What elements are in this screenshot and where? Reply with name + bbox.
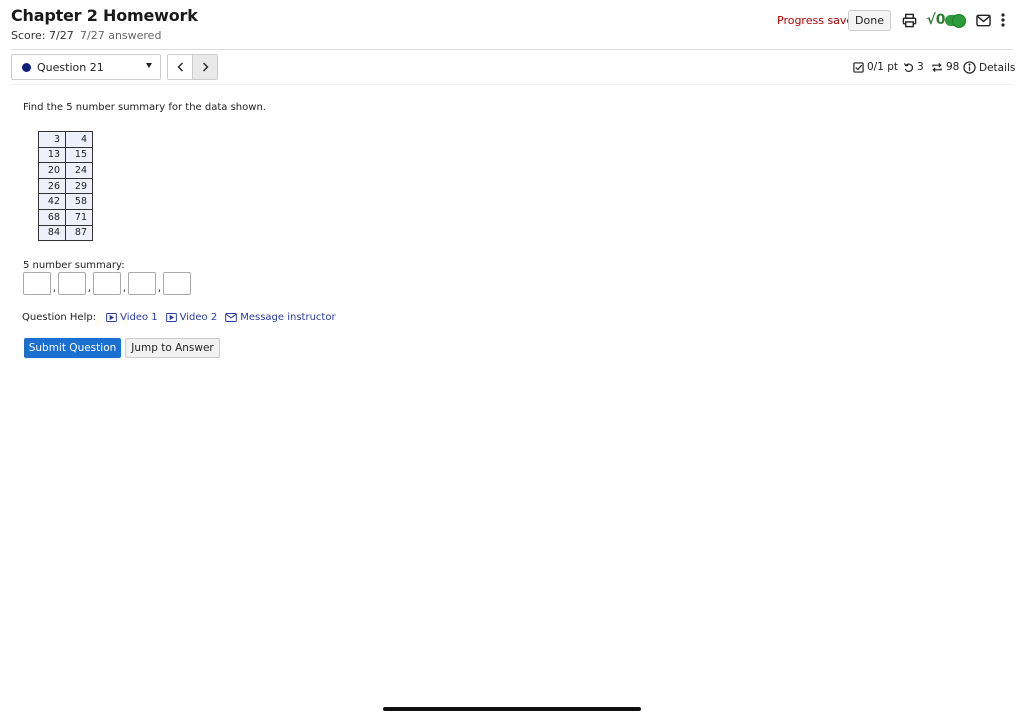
question-prompt: Find the 5 number summary for the data s…: [23, 102, 266, 113]
message-instructor-link[interactable]: Message instructor: [225, 312, 336, 323]
table-cell: 87: [65, 224, 93, 242]
table-cell: 15: [65, 146, 93, 164]
attempts-indicator: 98: [931, 61, 959, 73]
video-1-link[interactable]: Video 1: [106, 312, 158, 323]
answer-input-q3[interactable]: [128, 272, 156, 295]
separator: ,: [87, 283, 92, 294]
table-cell: 24: [65, 162, 93, 179]
table-row: 34: [38, 131, 93, 148]
data-table: 34 13 15 20 24 26 29 42 58 68 71 84 87: [38, 131, 93, 242]
table-cell: 26: [38, 177, 66, 195]
question-select-label: Question 21: [37, 60, 104, 74]
table-cell: 29: [65, 177, 93, 195]
video-icon: [106, 313, 117, 322]
toggle-switch[interactable]: [945, 14, 966, 28]
table-cell: 4: [65, 131, 93, 148]
table-cell: 13: [38, 146, 66, 164]
previous-question-button[interactable]: [168, 55, 192, 79]
video-icon: [165, 313, 177, 322]
help-label: Question Help:: [22, 312, 97, 323]
table-row: 68 71: [38, 208, 93, 226]
done-button[interactable]: Done: [848, 10, 891, 31]
undo-icon: [903, 62, 914, 72]
table-cell: 71: [65, 208, 93, 226]
separator: ,: [52, 283, 57, 294]
table-row: 42 58: [38, 193, 93, 210]
question-help: Question Help: Video 1 Video 2 Message i…: [22, 312, 344, 323]
summary-label: 5 number summary:: [23, 260, 125, 271]
video-2-label: Video 2: [179, 312, 218, 323]
attempts-text: 98: [946, 61, 960, 73]
answer-input-min[interactable]: [23, 272, 51, 295]
page-title: Chapter 2 Homework: [11, 6, 198, 25]
question-select[interactable]: Question 21: [11, 54, 161, 80]
score-text: Score: 7/27: [11, 29, 74, 42]
details-button[interactable]: Details: [963, 61, 1015, 74]
table-row: 84 87: [38, 224, 93, 242]
table-cell: 68: [38, 208, 66, 226]
header: Chapter 2 Homework Score: 7/27 7/27 answ…: [0, 0, 1024, 50]
caret-down-icon: [146, 63, 152, 68]
video-2-link[interactable]: Video 2: [165, 312, 218, 323]
sqrt-icon[interactable]: √0: [926, 11, 945, 29]
retries-text: 3: [917, 61, 924, 73]
answer-input-max[interactable]: [163, 272, 191, 295]
repeat-icon: [932, 62, 942, 72]
table-cell: 42: [38, 193, 66, 210]
more-vertical-icon[interactable]: [998, 11, 1008, 29]
answered-count: 7/27 answered: [80, 29, 162, 42]
answer-input-q1[interactable]: [58, 272, 86, 295]
table-row: 26 29: [38, 177, 93, 195]
table-row: 13 15: [38, 146, 93, 164]
next-question-button[interactable]: [192, 55, 217, 79]
mail-icon[interactable]: [974, 11, 992, 29]
table-cell: 84: [38, 224, 66, 242]
print-icon[interactable]: [900, 11, 918, 29]
message-instructor-label: Message instructor: [240, 312, 336, 323]
checkbox-icon: [853, 61, 864, 73]
table-cell: 58: [65, 193, 93, 210]
info-icon: [963, 61, 976, 74]
video-1-label: Video 1: [120, 312, 158, 323]
separator: ,: [157, 283, 162, 294]
jump-to-answer-button[interactable]: Jump to Answer: [125, 338, 220, 358]
submit-question-button[interactable]: Submit Question: [24, 338, 121, 358]
table-cell: 20: [38, 162, 66, 179]
home-indicator: [383, 707, 641, 711]
mail-icon: [225, 313, 238, 322]
details-label: Details: [979, 61, 1016, 74]
question-pager: [167, 54, 218, 80]
table-cell: 3: [38, 131, 66, 148]
answer-input-median[interactable]: [93, 272, 121, 295]
retries-indicator: 3: [903, 61, 924, 73]
points-indicator: 0/1 pt: [853, 61, 898, 73]
points-text: 0/1 pt: [867, 61, 899, 73]
header-divider: [11, 49, 1013, 50]
nav-divider: [11, 84, 1013, 85]
summary-inputs: , , , ,: [23, 272, 191, 295]
status-dot-icon: [22, 62, 31, 72]
table-row: 20 24: [38, 162, 93, 179]
separator: ,: [122, 283, 127, 294]
